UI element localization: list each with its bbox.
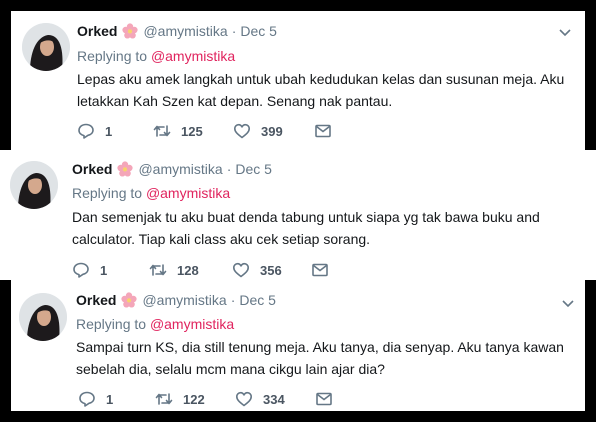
like-button[interactable]: 356 [232,261,311,279]
tweet-text-line: sebelah dia, selalu mcm mana cikgu lain … [76,361,385,377]
separator-dot: · [230,292,236,308]
reply-button[interactable]: 1 [78,390,155,408]
direct-message-button[interactable] [315,390,333,408]
tweet-text: Lepas aku amek langkah untuk ubah kedudu… [77,68,564,112]
tweet-text: Sampai turn KS, dia still tenung meja. A… [76,336,564,380]
like-icon [236,391,252,407]
reply-button[interactable]: 1 [77,122,153,140]
tweet-text-line: Lepas aku amek langkah untuk ubah kedudu… [77,71,565,87]
like-button[interactable]: 334 [235,390,315,408]
reply-button[interactable]: 1 [72,261,149,279]
reply-icon [73,262,89,278]
tweet-text-line: Dan semenjak tu aku buat denda tabung un… [72,209,540,225]
chevron-down-icon[interactable] [560,295,576,311]
tweet-3: Orked @amymistika · Dec 5 Replying to @a… [11,280,585,411]
retweet-button[interactable]: 128 [149,261,232,279]
reply-icon [79,391,95,407]
avatar[interactable] [10,161,58,209]
direct-message-icon [316,392,332,406]
avatar[interactable] [22,23,70,71]
like-button[interactable]: 399 [233,122,314,140]
replying-to-label: Replying to [77,48,148,64]
retweet-icon [153,125,171,137]
replying-to: Replying to @amymistika [72,185,230,201]
like-count: 334 [263,391,285,407]
replying-to: Replying to @amymistika [77,48,235,64]
flower-emoji-icon [117,161,134,177]
direct-message-button[interactable] [314,122,332,140]
retweet-button[interactable]: 125 [153,122,233,140]
tweet-actions: 1 122 334 [78,390,333,408]
like-count: 399 [261,123,283,139]
reply-count: 1 [100,262,108,278]
retweet-icon [149,264,167,276]
tweet-date[interactable]: Dec 5 [239,292,276,308]
replying-to-user-link[interactable]: @amymistika [150,316,234,332]
tweet-text-line: letakkan Kah Szen kat depan. Senang nak … [77,93,393,109]
tweet-header: Orked @amymistika · Dec 5 [72,161,272,177]
like-count: 356 [260,262,282,278]
tweet-card-2[interactable]: Orked @amymistika · Dec 5 Replying to @a… [0,150,596,280]
flower-emoji-icon [121,292,138,308]
like-icon [233,262,249,278]
replying-to-user-link[interactable]: @amymistika [151,48,235,64]
tweet-text-line: calculator. Tiap kali class aku cek seti… [72,231,371,247]
tweet-2: Orked @amymistika · Dec 5 Replying to @a… [0,150,596,280]
display-name[interactable]: Orked [77,23,117,39]
avatar-photo-icon [22,23,70,71]
tweet-1: Orked @amymistika · Dec 5 Replying to @a… [11,11,585,150]
tweet-date[interactable]: Dec 5 [235,161,272,177]
tweet-card-3[interactable]: Orked @amymistika · Dec 5 Replying to @a… [11,280,585,411]
user-handle[interactable]: @amymistika [143,23,227,39]
retweet-icon [155,393,173,405]
tweet-header: Orked @amymistika · Dec 5 [77,23,277,39]
tweet-actions: 1 125 399 [77,122,332,140]
replying-to-label: Replying to [72,185,143,201]
retweet-count: 125 [181,123,203,139]
tweet-date[interactable]: Dec 5 [240,23,277,39]
direct-message-icon [312,263,328,277]
tweet-text: Dan semenjak tu aku buat denda tabung un… [72,206,540,250]
tweet-actions: 1 128 356 [72,261,329,279]
reply-icon [78,123,94,139]
direct-message-icon [315,124,331,138]
like-icon [234,123,250,139]
replying-to-user-link[interactable]: @amymistika [146,185,230,201]
tweet-header: Orked @amymistika · Dec 5 [76,292,276,308]
chevron-down-icon[interactable] [557,24,573,40]
reply-count: 1 [105,123,113,139]
retweet-count: 128 [177,262,199,278]
flower-emoji-icon [122,23,139,39]
retweet-button[interactable]: 122 [155,390,235,408]
tweet-text-line: Sampai turn KS, dia still tenung meja. A… [76,339,564,355]
user-handle[interactable]: @amymistika [138,161,222,177]
replying-to: Replying to @amymistika [76,316,234,332]
separator-dot: · [231,23,237,39]
avatar[interactable] [19,293,67,341]
avatar-photo-icon [19,293,67,341]
retweet-count: 122 [183,391,205,407]
reply-count: 1 [106,391,114,407]
display-name[interactable]: Orked [76,292,116,308]
replying-to-label: Replying to [76,316,147,332]
separator-dot: · [226,161,232,177]
user-handle[interactable]: @amymistika [142,292,226,308]
direct-message-button[interactable] [311,261,329,279]
avatar-photo-icon [10,161,58,209]
display-name[interactable]: Orked [72,161,112,177]
tweet-card-1[interactable]: Orked @amymistika · Dec 5 Replying to @a… [11,11,585,150]
